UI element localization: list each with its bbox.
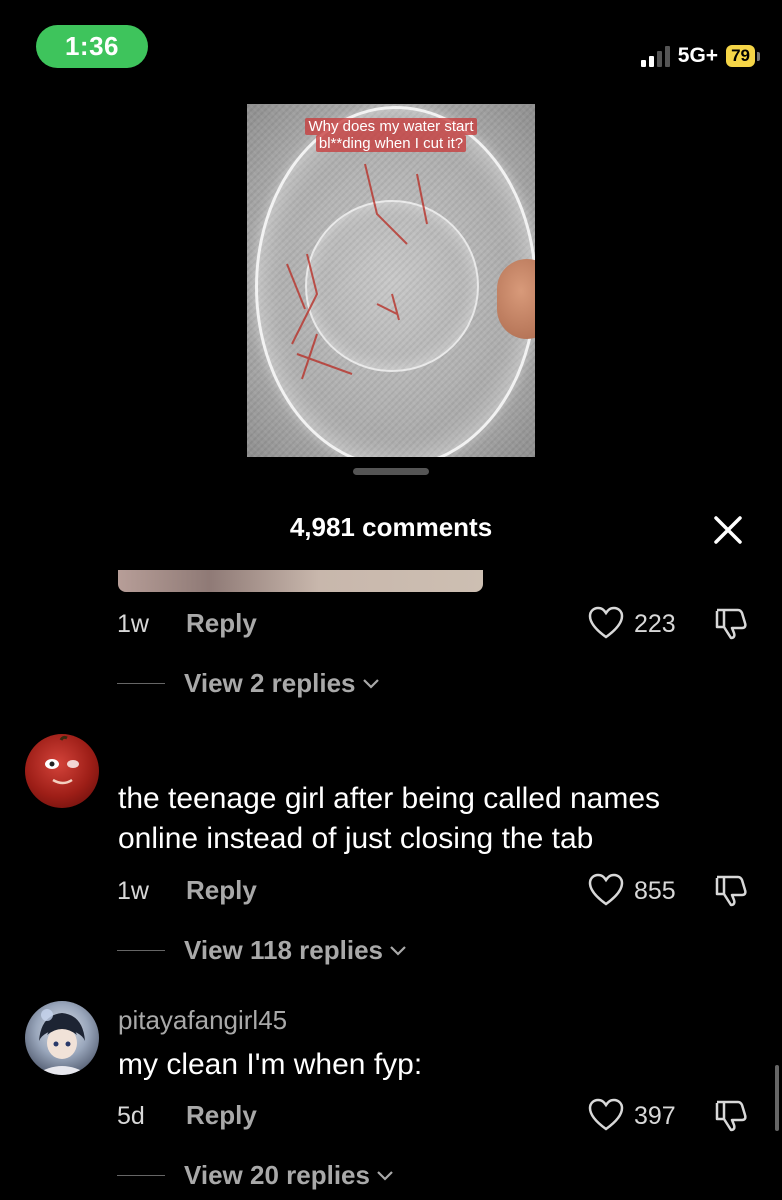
view-replies-button[interactable]: View 118 replies xyxy=(184,935,407,966)
battery-level: 79 xyxy=(726,45,755,67)
video-caption-line1: Why does my water start xyxy=(305,118,477,135)
chevron-down-icon xyxy=(390,945,406,956)
chevron-down-icon xyxy=(377,1170,393,1181)
video-preview[interactable]: Why does my water start bl**ding when I … xyxy=(247,104,535,457)
apple-avatar-icon xyxy=(45,735,79,785)
comment-text: my clean I'm when fyp: xyxy=(118,1048,423,1081)
avatar[interactable] xyxy=(25,734,99,808)
finger-shape xyxy=(497,259,535,339)
dislike-icon[interactable] xyxy=(713,872,749,908)
view-replies-label: View 118 replies xyxy=(184,935,383,965)
reply-button[interactable]: Reply xyxy=(186,608,257,639)
sheet-drag-handle[interactable] xyxy=(353,468,429,475)
dislike-icon[interactable] xyxy=(713,605,749,641)
heart-icon[interactable] xyxy=(588,1098,624,1132)
reply-button[interactable]: Reply xyxy=(186,1100,257,1131)
like-count: 223 xyxy=(634,610,676,638)
video-caption-line2: bl**ding when I cut it? xyxy=(315,135,467,152)
reply-button[interactable]: Reply xyxy=(186,875,257,906)
chevron-down-icon xyxy=(362,678,379,689)
status-time: 1:36 xyxy=(36,25,148,68)
view-replies-button[interactable]: View 20 replies xyxy=(184,1160,394,1191)
replies-divider xyxy=(117,683,165,684)
comment-text-line1: the teenage girl after being called name… xyxy=(118,782,661,815)
like-count: 397 xyxy=(634,1102,676,1130)
signal-icon xyxy=(640,45,670,67)
avatar[interactable] xyxy=(25,1001,99,1075)
heart-icon[interactable] xyxy=(588,873,624,907)
battery-icon xyxy=(757,51,760,61)
comment-image-attachment[interactable] xyxy=(118,570,483,592)
comment-text-line2: online instead of just closing the tab xyxy=(118,822,594,855)
view-replies-label: View 20 replies xyxy=(184,1160,370,1190)
view-replies-label: View 2 replies xyxy=(184,668,356,698)
replies-divider xyxy=(117,950,165,951)
red-streaks-graphic xyxy=(286,163,428,380)
anime-avatar-icon xyxy=(35,1009,89,1075)
comment-text: the teenage girl after being called name… xyxy=(118,779,660,859)
comment-age: 1w xyxy=(117,610,149,638)
status-indicators: 5G+ 79 xyxy=(640,44,760,68)
scrollbar[interactable] xyxy=(775,1065,779,1131)
comment-age: 5d xyxy=(117,1102,145,1130)
dislike-icon[interactable] xyxy=(713,1097,749,1133)
heart-icon[interactable] xyxy=(588,606,624,640)
replies-divider xyxy=(117,1175,165,1176)
close-icon[interactable] xyxy=(710,512,746,548)
video-caption: Why does my water start bl**ding when I … xyxy=(247,118,535,152)
comments-count-title: 4,981 comments xyxy=(289,512,493,542)
like-count: 855 xyxy=(634,877,676,905)
view-replies-button[interactable]: View 2 replies xyxy=(184,668,380,699)
comment-age: 1w xyxy=(117,877,149,905)
comment-username[interactable]: pitayafangirl45 xyxy=(118,1005,287,1036)
network-type: 5G+ xyxy=(677,44,719,67)
